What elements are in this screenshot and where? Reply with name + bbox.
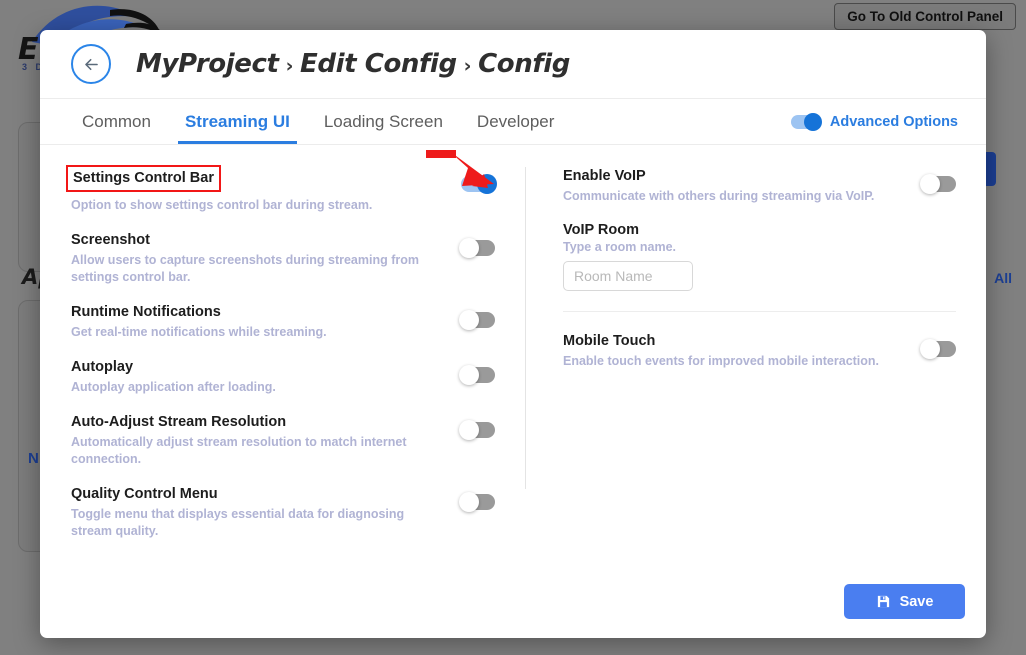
setting-text: Auto-Adjust Stream Resolution Automatica…	[71, 413, 461, 468]
settings-control-bar-toggle[interactable]	[461, 176, 495, 192]
setting-screenshot: Screenshot Allow users to capture screen…	[71, 231, 495, 286]
setting-enable-voip: Enable VoIP Communicate with others duri…	[563, 167, 956, 205]
mobile-touch-toggle[interactable]	[922, 341, 956, 357]
section-divider	[563, 311, 956, 312]
toggle-knob	[459, 365, 479, 385]
voip-room-input[interactable]	[563, 261, 693, 291]
toggle-knob	[459, 420, 479, 440]
setting-title: Auto-Adjust Stream Resolution	[71, 413, 286, 431]
setting-description: Automatically adjust stream resolution t…	[71, 434, 443, 468]
voip-room-hint: Type a room name.	[563, 240, 956, 254]
modal-header: MyProject › Edit Config › Config	[40, 30, 986, 98]
setting-mobile-touch: Mobile Touch Enable touch events for imp…	[563, 332, 956, 370]
breadcrumb: MyProject › Edit Config › Config	[136, 49, 570, 79]
floppy-disk-icon	[876, 594, 891, 609]
breadcrumb-separator: ›	[464, 55, 471, 77]
tab-loading-screen[interactable]: Loading Screen	[307, 99, 460, 144]
setting-description: Enable touch events for improved mobile …	[563, 353, 904, 370]
screen-root: E 3 D Go To Old Control Panel Ap All N M…	[0, 0, 1026, 655]
setting-auto-adjust-stream-resolution: Auto-Adjust Stream Resolution Automatica…	[71, 413, 495, 468]
modal-body: Settings Control Bar Option to show sett…	[40, 145, 986, 565]
tab-bar: Common Streaming UI Loading Screen Devel…	[40, 98, 986, 145]
tab-developer[interactable]: Developer	[460, 99, 572, 144]
modal-footer: Save	[40, 565, 986, 638]
settings-column-left: Settings Control Bar Option to show sett…	[40, 167, 525, 565]
setting-autoplay: Autoplay Autoplay application after load…	[71, 358, 495, 396]
setting-description: Autoplay application after loading.	[71, 379, 443, 396]
setting-title: Runtime Notifications	[71, 303, 221, 321]
save-button-label: Save	[900, 594, 934, 610]
tab-common[interactable]: Common	[65, 99, 168, 144]
setting-quality-control-menu: Quality Control Menu Toggle menu that di…	[71, 485, 495, 540]
back-button[interactable]	[71, 44, 111, 84]
toggle-knob	[477, 174, 497, 194]
setting-text: Quality Control Menu Toggle menu that di…	[71, 485, 461, 540]
setting-description: Option to show settings control bar duri…	[71, 197, 443, 214]
enable-voip-toggle[interactable]	[922, 176, 956, 192]
setting-description: Communicate with others during streaming…	[563, 188, 904, 205]
setting-title: Autoplay	[71, 358, 133, 376]
screenshot-toggle[interactable]	[461, 240, 495, 256]
runtime-notifications-toggle[interactable]	[461, 312, 495, 328]
setting-text: Autoplay Autoplay application after load…	[71, 358, 461, 396]
toggle-knob	[804, 113, 822, 131]
toggle-knob	[920, 339, 940, 359]
background-new-link[interactable]: N	[28, 450, 39, 467]
quality-control-menu-toggle[interactable]	[461, 494, 495, 510]
breadcrumb-item-project[interactable]: MyProject	[136, 49, 279, 79]
setting-text: Settings Control Bar Option to show sett…	[71, 167, 461, 214]
save-button[interactable]: Save	[844, 584, 965, 619]
setting-description: Toggle menu that displays essential data…	[71, 506, 443, 540]
config-modal: MyProject › Edit Config › Config Common …	[40, 30, 986, 638]
setting-title: Screenshot	[71, 231, 150, 249]
breadcrumb-separator: ›	[286, 55, 293, 77]
setting-description: Get real-time notifications while stream…	[71, 324, 443, 341]
advanced-options-control[interactable]: Advanced Options	[791, 99, 986, 144]
breadcrumb-item-edit-config[interactable]: Edit Config	[300, 49, 457, 79]
advanced-options-toggle[interactable]	[791, 115, 821, 129]
setting-title: Enable VoIP	[563, 167, 646, 185]
background-all-link[interactable]: All	[994, 270, 1012, 286]
toggle-knob	[920, 174, 940, 194]
voip-room-label: VoIP Room	[563, 222, 956, 238]
setting-title: Quality Control Menu	[71, 485, 218, 503]
voip-room-field-group: VoIP Room Type a room name.	[563, 222, 956, 291]
toggle-knob	[459, 310, 479, 330]
toggle-knob	[459, 238, 479, 258]
settings-column-right: Enable VoIP Communicate with others duri…	[526, 167, 986, 565]
setting-runtime-notifications: Runtime Notifications Get real-time noti…	[71, 303, 495, 341]
setting-text: Mobile Touch Enable touch events for imp…	[563, 332, 922, 370]
auto-adjust-stream-resolution-toggle[interactable]	[461, 422, 495, 438]
go-to-old-control-panel-button[interactable]: Go To Old Control Panel	[834, 3, 1016, 30]
setting-text: Enable VoIP Communicate with others duri…	[563, 167, 922, 205]
arrow-left-icon	[82, 55, 101, 74]
setting-text: Screenshot Allow users to capture screen…	[71, 231, 461, 286]
advanced-options-label: Advanced Options	[830, 114, 958, 130]
autoplay-toggle[interactable]	[461, 367, 495, 383]
breadcrumb-item-config: Config	[478, 49, 570, 79]
toggle-knob	[459, 492, 479, 512]
setting-text: Runtime Notifications Get real-time noti…	[71, 303, 461, 341]
setting-title: Mobile Touch	[563, 332, 655, 350]
setting-settings-control-bar: Settings Control Bar Option to show sett…	[71, 167, 495, 214]
setting-description: Allow users to capture screenshots durin…	[71, 252, 443, 286]
tab-streaming-ui[interactable]: Streaming UI	[168, 99, 307, 144]
setting-title: Settings Control Bar	[66, 165, 221, 192]
